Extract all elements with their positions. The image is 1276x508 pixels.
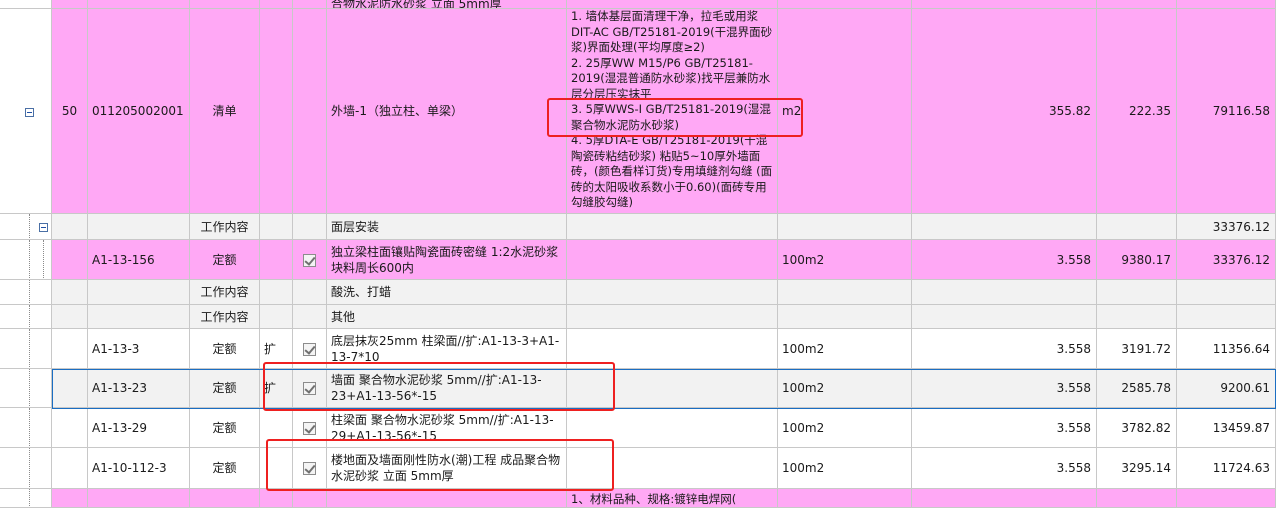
unit-cell[interactable]: m2 bbox=[778, 9, 912, 214]
total-cell: 79116.58 bbox=[1177, 9, 1276, 214]
unit-cell[interactable]: 100m2 bbox=[778, 448, 912, 489]
type-cell[interactable]: 清单 bbox=[190, 9, 260, 214]
type-cell: 工作内容 bbox=[190, 280, 260, 305]
type-cell: 工作内容 bbox=[190, 305, 260, 329]
quantity-cell[interactable]: 3.558 bbox=[912, 329, 1097, 369]
checkmark-icon bbox=[303, 382, 316, 394]
code-cell[interactable]: A1-10-112-3 bbox=[88, 448, 190, 489]
code-cell[interactable]: A1-13-23 bbox=[88, 369, 190, 408]
type-cell[interactable]: 定额 bbox=[190, 448, 260, 489]
total-cell: 33376.12 bbox=[1177, 214, 1276, 240]
collapse-toggle[interactable] bbox=[39, 223, 48, 232]
name-cell[interactable]: 外墙-1（独立柱、单梁） bbox=[327, 9, 567, 214]
table-row[interactable]: 1、材料品种、规格:镀锌电焊网( bbox=[0, 489, 1276, 508]
unit-price-cell: 2585.78 bbox=[1097, 369, 1177, 408]
checkbox[interactable] bbox=[302, 462, 316, 475]
unit-price-cell: 3295.14 bbox=[1097, 448, 1177, 489]
index-cell: 50 bbox=[52, 9, 88, 214]
name-cell[interactable]: 独立梁柱面镶贴陶瓷面砖密缝 1:2水泥砂浆 块料周长600内 bbox=[327, 240, 567, 280]
unit-price-cell: 3782.82 bbox=[1097, 408, 1177, 448]
quantity-cell[interactable]: 355.82 bbox=[912, 9, 1097, 214]
unit-price-cell: 3191.72 bbox=[1097, 329, 1177, 369]
total-cell: 13459.87 bbox=[1177, 408, 1276, 448]
table-row[interactable]: 50 011205002001 清单 外墙-1（独立柱、单梁） 1. 墙体基层面… bbox=[0, 9, 1276, 214]
checkmark-icon bbox=[303, 462, 316, 474]
code-cell[interactable]: 011205002001 bbox=[88, 9, 190, 214]
name-cell[interactable]: 合物水泥防水砂浆 立面 5mm厚 bbox=[327, 0, 567, 9]
checkmark-icon bbox=[303, 421, 316, 434]
feature-cell[interactable]: 1. 墙体基层面清理干净，拉毛或用浆DIT-AC GB/T25181-2019(… bbox=[567, 9, 778, 214]
name-cell[interactable]: 面层安装 bbox=[327, 214, 567, 240]
checkbox[interactable] bbox=[302, 253, 316, 267]
checkbox[interactable] bbox=[302, 382, 316, 395]
budget-grid: 合物水泥防水砂浆 立面 5mm厚 50 011205002001 清单 外墙-1… bbox=[0, 0, 1276, 508]
name-cell[interactable]: 其他 bbox=[327, 305, 567, 329]
table-row[interactable]: 工作内容 面层安装 33376.12 bbox=[0, 214, 1276, 240]
extension-cell[interactable]: 扩 bbox=[260, 369, 293, 408]
name-cell[interactable]: 墙面 聚合物水泥砂浆 5mm//扩:A1-13-23+A1-13-56*-15 bbox=[327, 369, 567, 408]
quantity-cell[interactable]: 3.558 bbox=[912, 448, 1097, 489]
quantity-cell[interactable]: 3.558 bbox=[912, 408, 1097, 448]
code-cell[interactable]: A1-13-3 bbox=[88, 329, 190, 369]
total-cell: 11724.63 bbox=[1177, 448, 1276, 489]
unit-cell[interactable]: 100m2 bbox=[778, 369, 912, 408]
total-cell: 11356.64 bbox=[1177, 329, 1276, 369]
type-cell[interactable]: 定额 bbox=[190, 329, 260, 369]
unit-price-cell: 222.35 bbox=[1097, 9, 1177, 214]
checkbox[interactable] bbox=[302, 342, 316, 356]
feature-cell[interactable]: 1、材料品种、规格:镀锌电焊网( bbox=[567, 489, 778, 508]
code-cell[interactable]: A1-13-156 bbox=[88, 240, 190, 280]
unit-cell[interactable]: 100m2 bbox=[778, 408, 912, 448]
table-row[interactable]: A1-13-29 定额 柱梁面 聚合物水泥砂浆 5mm//扩:A1-13-29+… bbox=[0, 408, 1276, 448]
name-cell[interactable]: 柱梁面 聚合物水泥砂浆 5mm//扩:A1-13-29+A1-13-56*-15 bbox=[327, 408, 567, 448]
type-cell[interactable]: 定额 bbox=[190, 369, 260, 408]
table-row[interactable]: 合物水泥防水砂浆 立面 5mm厚 bbox=[0, 0, 1276, 9]
table-row-selected[interactable]: A1-13-23 定额 扩 墙面 聚合物水泥砂浆 5mm//扩:A1-13-23… bbox=[0, 369, 1276, 408]
extension-cell[interactable]: 扩 bbox=[260, 329, 293, 369]
total-cell: 9200.61 bbox=[1177, 369, 1276, 408]
code-cell[interactable]: A1-13-29 bbox=[88, 408, 190, 448]
table-row[interactable]: A1-10-112-3 定额 楼地面及墙面刚性防水(潮)工程 成品聚合物水泥砂浆… bbox=[0, 448, 1276, 489]
table-row[interactable]: 工作内容 其他 bbox=[0, 305, 1276, 329]
checkmark-icon bbox=[303, 342, 316, 355]
name-cell[interactable]: 底层抹灰25mm 柱梁面//扩:A1-13-3+A1-13-7*10 bbox=[327, 329, 567, 369]
collapse-toggle[interactable] bbox=[25, 108, 34, 117]
name-cell[interactable]: 楼地面及墙面刚性防水(潮)工程 成品聚合物水泥砂浆 立面 5mm厚 bbox=[327, 448, 567, 489]
table-row[interactable]: A1-13-3 定额 扩 底层抹灰25mm 柱梁面//扩:A1-13-3+A1-… bbox=[0, 329, 1276, 369]
unit-price-cell: 9380.17 bbox=[1097, 240, 1177, 280]
table-row[interactable]: A1-13-156 定额 独立梁柱面镶贴陶瓷面砖密缝 1:2水泥砂浆 块料周长6… bbox=[0, 240, 1276, 280]
checkmark-icon bbox=[303, 253, 316, 266]
quantity-cell[interactable]: 3.558 bbox=[912, 240, 1097, 280]
quantity-cell[interactable]: 3.558 bbox=[912, 369, 1097, 408]
checkbox[interactable] bbox=[302, 421, 316, 435]
unit-cell[interactable]: 100m2 bbox=[778, 240, 912, 280]
type-cell: 工作内容 bbox=[190, 214, 260, 240]
type-cell[interactable]: 定额 bbox=[190, 240, 260, 280]
unit-cell[interactable]: 100m2 bbox=[778, 329, 912, 369]
name-cell[interactable]: 酸洗、打蜡 bbox=[327, 280, 567, 305]
type-cell[interactable]: 定额 bbox=[190, 408, 260, 448]
total-cell: 33376.12 bbox=[1177, 240, 1276, 280]
table-row[interactable]: 工作内容 酸洗、打蜡 bbox=[0, 280, 1276, 305]
